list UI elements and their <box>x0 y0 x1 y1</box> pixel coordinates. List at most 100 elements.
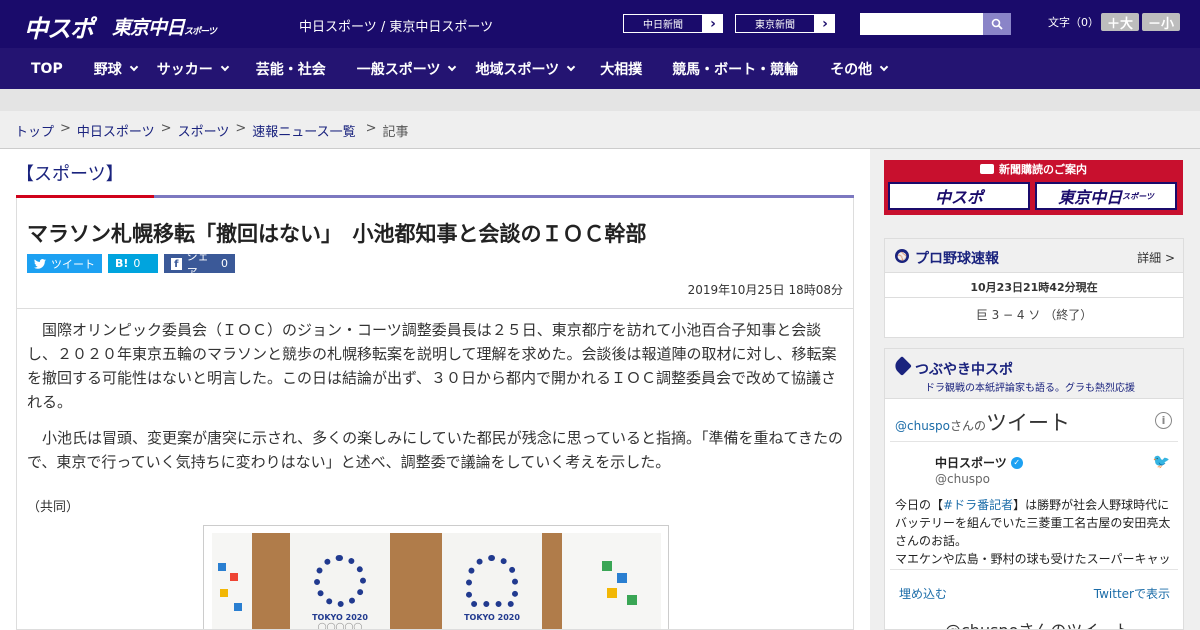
press-conference-photo: TOKYO 2020 ◯◯◯◯◯ TOKYO 2020 <box>212 533 661 629</box>
facebook-label: シェア <box>186 249 209 279</box>
breadcrumb-news-list[interactable]: 速報ニュース一覧 <box>252 121 355 140</box>
breadcrumb-separator: > <box>235 121 247 136</box>
tweet-text-part: 今日の【 <box>895 498 944 512</box>
promo-heading: 新聞購読のご案内 <box>884 160 1183 178</box>
nav-item-top[interactable]: TOP <box>31 48 63 89</box>
tokyo2020-emblem-icon <box>314 555 366 607</box>
section-title[interactable]: 【スポーツ】 <box>16 160 124 186</box>
breadcrumb-top[interactable]: トップ <box>15 121 54 140</box>
tokyo2020-paralympic-emblem-icon <box>466 555 518 607</box>
nav-item-label: 大相撲 <box>600 61 643 78</box>
nav-item-sumo[interactable]: 大相撲 <box>600 48 642 89</box>
chevron-down-icon <box>220 62 229 71</box>
chunichi-shimbun-link[interactable]: 中日新聞 › <box>622 13 724 34</box>
hatena-bookmark-button[interactable]: B! 0 <box>108 254 158 273</box>
widget-header: ⚾ プロ野球速報 詳細 > <box>885 239 1183 273</box>
subscribe-tokyo-chunichi[interactable]: 東京中日 スポーツ <box>1035 182 1177 210</box>
search-button[interactable] <box>983 13 1011 35</box>
widget-title: プロ野球速報 <box>915 251 999 267</box>
article-date: 2019年10月25日 18時08分 <box>687 283 843 297</box>
tweet-text: 今日の【#ドラ番記者】は勝野が社会人野球時代にバッテリーを組んでいた三菱重工名古… <box>895 496 1171 568</box>
tokyo2020-banner: TOKYO 2020 ◯◯◯◯◯ <box>290 533 390 629</box>
nav-item-soccer[interactable]: サッカー <box>157 48 229 89</box>
font-larger-button[interactable]: ＋大 <box>1101 13 1139 32</box>
facebook-share-button[interactable]: f シェア 0 <box>164 250 235 279</box>
tweet[interactable]: 中日スポーツ ✓ @chuspo 🐦 今日の【#ドラ番記者】は勝野が社会人野球時代… <box>890 442 1178 570</box>
nav-item-label: 地域スポーツ <box>475 61 560 78</box>
logo-chuspo[interactable]: 中スポ <box>24 9 94 44</box>
chevron-down-icon <box>879 62 889 71</box>
article-body: 国際オリンピック委員会（ＩＯＣ）のジョン・コーツ調整委員長は２５日、東京都庁を訪… <box>27 318 845 486</box>
breadcrumb-separator: > <box>365 121 377 136</box>
twitter-widget: つぶやき中スポ ドラ観戦の本紙評論家も語る。グラも熱烈応援 @chuspoさんの… <box>884 348 1184 630</box>
widget-header: つぶやき中スポ ドラ観戦の本紙評論家も語る。グラも熱烈応援 <box>885 349 1183 399</box>
game-score[interactable]: 巨 3 − 4 ソ （終了） <box>885 298 1183 323</box>
hatena-count: 0 <box>133 257 141 270</box>
chevron-right-icon: › <box>822 15 828 32</box>
logo-tokyo-text: 東京中日 <box>112 17 185 39</box>
font-smaller-button[interactable]: －小 <box>1142 13 1180 32</box>
nav-item-label: 芸能・社会 <box>255 61 326 78</box>
timeline-suffix: さんの <box>950 419 987 433</box>
font-size-label: 文字（0） <box>1048 16 1099 29</box>
article-photo[interactable]: TOKYO 2020 ◯◯◯◯◯ TOKYO 2020 <box>203 525 669 629</box>
nav-item-general-sports[interactable]: 一般スポーツ <box>357 48 457 89</box>
breadcrumb-chunichi-sports[interactable]: 中日スポーツ <box>77 121 155 140</box>
subscribe-chuspo[interactable]: 中スポ <box>888 182 1030 210</box>
nav-item-label: 野球 <box>93 61 122 78</box>
tokyo-shimbun-label: 東京新聞 <box>735 14 815 33</box>
twitter-bird-icon[interactable]: 🐦 <box>1153 454 1170 470</box>
search-input[interactable] <box>860 13 983 35</box>
timeline-footer: 埋め込む Twitterで表示 <box>890 570 1178 616</box>
nav-item-entertainment[interactable]: 芸能・社会 <box>256 48 326 89</box>
nav-item-baseball[interactable]: 野球 <box>93 48 138 89</box>
main-nav: TOP 野球 サッカー 芸能・社会 一般スポーツ 地域スポーツ 大相撲 競馬・ボ… <box>0 48 1200 89</box>
article-credit: （共同） <box>27 500 80 515</box>
baseball-scores-widget: ⚾ プロ野球速報 詳細 > 10月23日21時42分現在 巨 3 − 4 ソ （… <box>884 238 1184 338</box>
info-icon[interactable]: i <box>1155 412 1172 429</box>
nav-item-regional-sports[interactable]: 地域スポーツ <box>475 48 576 89</box>
tokyo2020-paralympic-banner: TOKYO 2020 <box>442 533 542 629</box>
widget-subtitle: ドラ観戦の本紙評論家も語る。グラも熱烈応援 <box>925 383 1135 394</box>
photo-backdrop <box>562 533 661 629</box>
twitter-bird-icon <box>34 258 46 269</box>
nav-item-other[interactable]: その他 <box>830 48 889 89</box>
tweet-button[interactable]: ツイート <box>27 254 102 273</box>
nav-item-label: TOP <box>31 60 63 77</box>
baseball-icon: ⚾ <box>895 249 909 263</box>
timeline-more-label: @chuspoさんのツイート <box>945 617 1130 629</box>
tweet-text-part: マエケンや広島・野村の球も受けたスーパーキャッ <box>895 552 1171 566</box>
nav-item-racing[interactable]: 競馬・ボート・競輪 <box>672 48 798 89</box>
pen-icon <box>892 356 912 376</box>
search-icon <box>991 18 1003 30</box>
embed-link[interactable]: 埋め込む <box>899 585 947 602</box>
facebook-icon: f <box>171 257 182 270</box>
article-paragraph: 国際オリンピック委員会（ＩＯＣ）のジョン・コーツ調整委員長は２５日、東京都庁を訪… <box>27 321 837 411</box>
tweet-hashtag-link[interactable]: #ドラ番記者 <box>943 498 1013 512</box>
tokyo-shimbun-link[interactable]: 東京新聞 › <box>734 13 836 34</box>
facebook-count: 0 <box>221 257 228 270</box>
view-on-twitter-link[interactable]: Twitterで表示 <box>1094 585 1170 602</box>
article-paragraph: 小池氏は冒頭、変更案が唐突に示され、多くの楽しみにしていた都民が残念に思っている… <box>27 429 844 471</box>
baseball-detail-link[interactable]: 詳細 > <box>1137 249 1175 266</box>
tweet-author[interactable]: 中日スポーツ ✓ <box>935 454 1023 471</box>
timeline-label: ツイート <box>986 411 1071 435</box>
logo-tokyo-sub: スポーツ <box>184 27 217 37</box>
scores-timestamp: 10月23日21時42分現在 <box>885 273 1183 298</box>
logo-tokyo-chunichi[interactable]: 東京中日スポーツ <box>112 13 217 40</box>
site-tagline[interactable]: 中日スポーツ / 東京中日スポーツ <box>299 16 493 35</box>
promo-heading-text: 新聞購読のご案内 <box>999 163 1087 176</box>
twitter-timeline: @chuspoさんのツイート i 中日スポーツ ✓ @chuspo 🐦 今日の【#… <box>890 399 1178 616</box>
subscription-promo[interactable]: 新聞購読のご案内 中スポ 東京中日 スポーツ <box>884 160 1183 215</box>
chevron-right-icon: › <box>710 15 716 32</box>
tweet-author-name: 中日スポーツ <box>935 456 1007 470</box>
tweet-author-handle[interactable]: @chuspo <box>935 472 990 486</box>
tweet-label: ツイート <box>51 257 95 271</box>
nav-item-label: その他 <box>830 61 873 78</box>
divider <box>17 308 853 309</box>
breadcrumb-sports[interactable]: スポーツ <box>178 121 230 140</box>
timeline-heading: @chuspoさんのツイート <box>895 407 1070 437</box>
timeline-handle-link[interactable]: @chuspo <box>895 419 950 433</box>
widget-title: つぶやき中スポ <box>915 362 1013 378</box>
photo-backdrop <box>212 533 252 629</box>
